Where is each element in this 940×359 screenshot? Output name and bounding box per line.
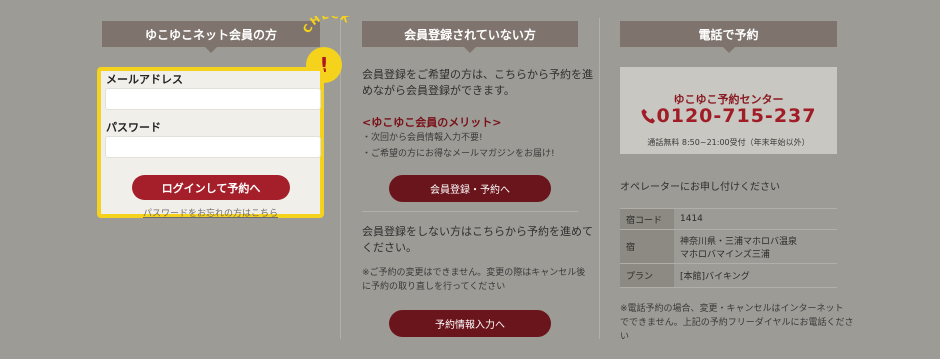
column-divider-right [599,18,600,339]
email-field[interactable] [105,88,321,110]
guest-note-line2: に予約の取り直しを行ってください [362,282,506,292]
guest-reservation-button-label: 予約情報入力へ [435,320,505,331]
table-value-plan: [本館]バイキング [674,263,837,288]
phone-number-text: 0120-715-237 [656,105,817,127]
forgot-password-link[interactable]: パスワードをお忘れの方はこちら [101,206,320,219]
phone-icon [641,109,655,124]
phone-hours: 通話無料 8:50~21:00受付（年末年始以外） [647,138,810,147]
guest-reservation-button[interactable]: 予約情報入力へ [389,310,551,337]
password-field[interactable] [105,136,321,158]
guest-text-line2: ください。 [362,241,417,254]
table-key-plan: プラン [620,263,674,288]
nonmember-separator [362,211,578,212]
merit-item-1: ・次回から会員情報入力不要! [362,133,483,143]
phone-header-label: 電話で予約 [698,27,759,42]
phone-note-line3: い [620,332,630,342]
reservation-info-table: 宿コード 1414 宿 神奈川県・三浦マホロバ温泉 マホロバマインズ三浦 プラン… [620,208,837,288]
check-label-text: CHECK [302,16,352,35]
hotel-name: マホロバマインズ三浦 [680,249,770,260]
phone-header: 電話で予約 [620,21,837,53]
password-label: パスワード [106,121,161,134]
nonmember-intro-line2: めながら会員登録ができます。 [362,84,515,97]
table-row: 宿コード 1414 [620,208,837,230]
nonmember-header-label: 会員登録されていない方 [404,27,536,42]
phone-note-line2: でできません。上記の予約フリーダイヤルにお電話くださ [620,318,854,328]
login-button-label: ログインして予約へ [161,181,261,195]
register-button[interactable]: 会員登録・予約へ [389,175,551,202]
merit-item-2: ・ご希望の方にお得なメールマガジンをお届け! [362,149,555,159]
member-header-label: ゆこゆこネット会員の方 [144,27,277,42]
guest-text-line1: 会員登録をしない方はこちらから予約を進めて [362,225,593,238]
hotel-location: 神奈川県・三浦マホロバ温泉 [680,236,798,247]
phone-note-line1: ※電話予約の場合、変更・キャンセルはインターネット [620,304,844,314]
table-row: 宿 神奈川県・三浦マホロバ温泉 マホロバマインズ三浦 [620,229,837,264]
login-box: メールアドレス パスワード ログインして予約へ パスワードをお忘れの方はこちら [97,67,324,219]
table-value-hotel-code: 1414 [674,208,837,230]
nonmember-header: 会員登録されていない方 [362,21,578,53]
phone-center-box: ゆこゆこ予約センター 0120-715-237 通話無料 8:50~21:00受… [620,67,837,154]
email-label: メールアドレス [106,73,183,86]
table-value-hotel: 神奈川県・三浦マホロバ温泉 マホロバマインズ三浦 [674,229,837,264]
phone-number[interactable]: 0120-715-237 [620,105,837,127]
table-key-hotel: 宿 [620,229,674,264]
table-row: プラン [本館]バイキング [620,263,837,288]
register-button-label: 会員登録・予約へ [430,185,510,196]
merit-title: <ゆこゆこ会員のメリット> [362,116,502,129]
check-label: CHECK [302,16,353,35]
operator-note: オペレーターにお申し付けください [620,182,780,193]
table-key-hotel-code: 宿コード [620,208,674,230]
login-button[interactable]: ログインして予約へ [132,175,290,200]
nonmember-intro-line1: 会員登録をご希望の方は、こちらから予約を進 [362,68,593,81]
svg-text:CHECK: CHECK [302,16,353,35]
guest-note-line1: ※ご予約の変更はできません。変更の際はキャンセル後 [362,268,586,278]
member-header: ゆこゆこネット会員の方 [102,21,320,53]
